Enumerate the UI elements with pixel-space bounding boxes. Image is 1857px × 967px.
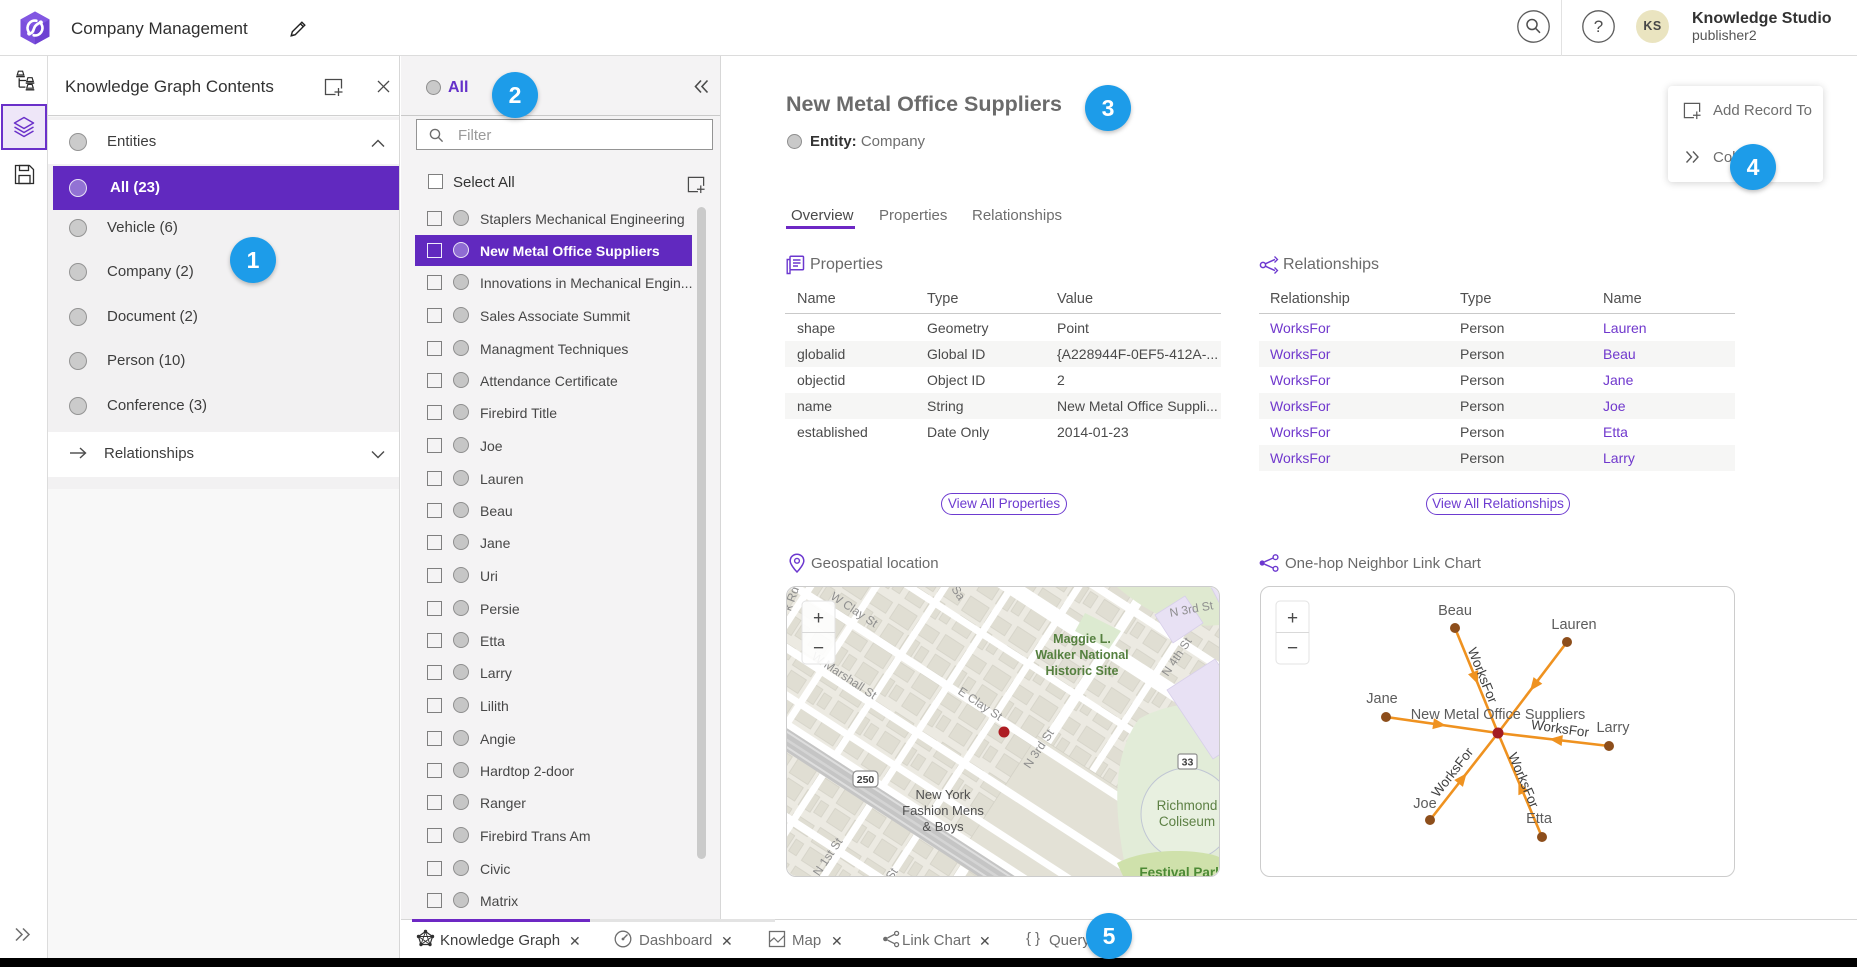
svg-text:Festival Park: Festival Park [1139,865,1219,876]
svg-text:Historic Site: Historic Site [1046,664,1119,678]
svg-text:New Metal Office Suppliers: New Metal Office Suppliers [1411,707,1586,723]
svg-text:WorksFor: WorksFor [1505,750,1542,810]
svg-text:& Boys: & Boys [922,819,964,834]
svg-text:New York: New York [916,787,971,802]
svg-text:Maggie L.: Maggie L. [1053,632,1111,646]
svg-text:Walker National: Walker National [1035,648,1128,662]
svg-text:Joe: Joe [1413,796,1436,812]
svg-text:−: − [1287,638,1298,659]
svg-text:Coliseum: Coliseum [1159,814,1215,829]
svg-text:?: ? [1594,17,1603,36]
svg-text:33: 33 [1182,757,1194,769]
svg-text:Lauren: Lauren [1551,617,1596,633]
svg-text:Richmond: Richmond [1157,798,1218,813]
svg-text:Larry: Larry [1596,720,1630,736]
svg-text:Etta: Etta [1526,811,1553,827]
svg-text:−: − [813,638,824,659]
svg-text:Beau: Beau [1438,603,1472,619]
svg-text:Jane: Jane [1366,691,1397,707]
svg-text:250: 250 [857,774,875,786]
svg-text:+: + [813,608,824,629]
svg-text:+: + [1287,608,1298,629]
svg-text:Fashion Mens: Fashion Mens [902,803,984,818]
